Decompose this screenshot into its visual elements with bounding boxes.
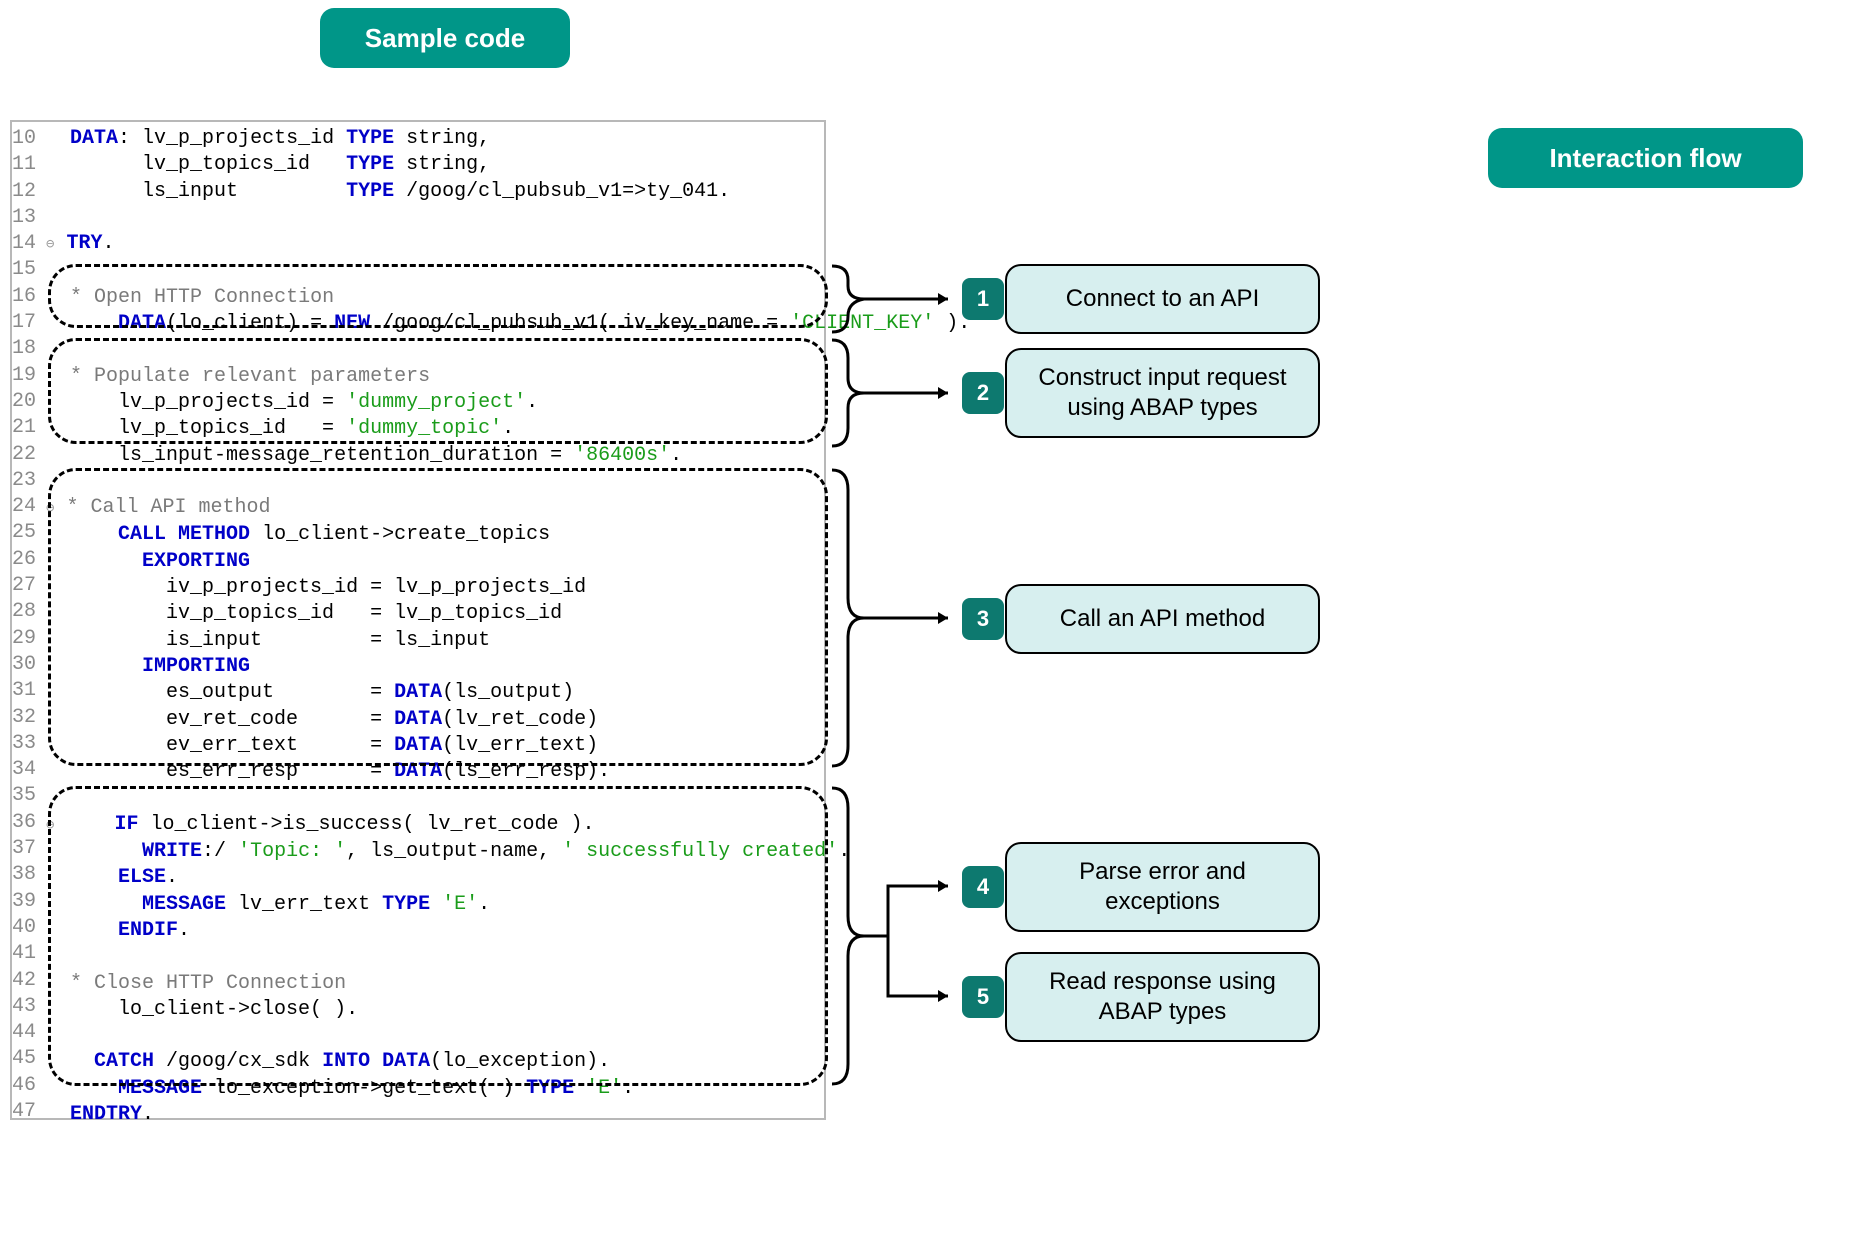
flow-label-1: Connect to an API xyxy=(1066,284,1259,314)
bracket-4 xyxy=(830,786,960,1086)
interaction-flow-header: Interaction flow xyxy=(1488,128,1803,188)
flow-label-3: Call an API method xyxy=(1060,604,1265,634)
flow-box-5: Read response using ABAP types xyxy=(1005,952,1320,1042)
bracket-3 xyxy=(830,468,960,768)
flow-badge-2: 2 xyxy=(962,372,1004,414)
flow-badge-1: 1 xyxy=(962,278,1004,320)
flow-label-2: Construct input request using ABAP types xyxy=(1025,363,1300,423)
code-gutter: 1011121314151617181920212223242526272829… xyxy=(12,122,40,1118)
flow-num-1: 1 xyxy=(977,286,989,312)
flow-label-5: Read response using ABAP types xyxy=(1025,967,1300,1027)
flow-num-3: 3 xyxy=(977,606,989,632)
flow-badge-3: 3 xyxy=(962,598,1004,640)
bracket-1 xyxy=(830,264,960,334)
flow-label-4: Parse error and exceptions xyxy=(1025,857,1300,917)
bracket-2 xyxy=(830,338,960,448)
flow-num-2: 2 xyxy=(977,380,989,406)
sample-code-label: Sample code xyxy=(365,23,525,54)
flow-box-1: Connect to an API xyxy=(1005,264,1320,334)
interaction-flow-label: Interaction flow xyxy=(1549,143,1741,174)
flow-badge-4: 4 xyxy=(962,866,1004,908)
flow-box-3: Call an API method xyxy=(1005,584,1320,654)
flow-num-4: 4 xyxy=(977,874,989,900)
sample-code-header: Sample code xyxy=(320,8,570,68)
code-panel: 1011121314151617181920212223242526272829… xyxy=(10,120,826,1120)
flow-badge-5: 5 xyxy=(962,976,1004,1018)
flow-box-4: Parse error and exceptions xyxy=(1005,842,1320,932)
flow-box-2: Construct input request using ABAP types xyxy=(1005,348,1320,438)
flow-num-5: 5 xyxy=(977,984,989,1010)
